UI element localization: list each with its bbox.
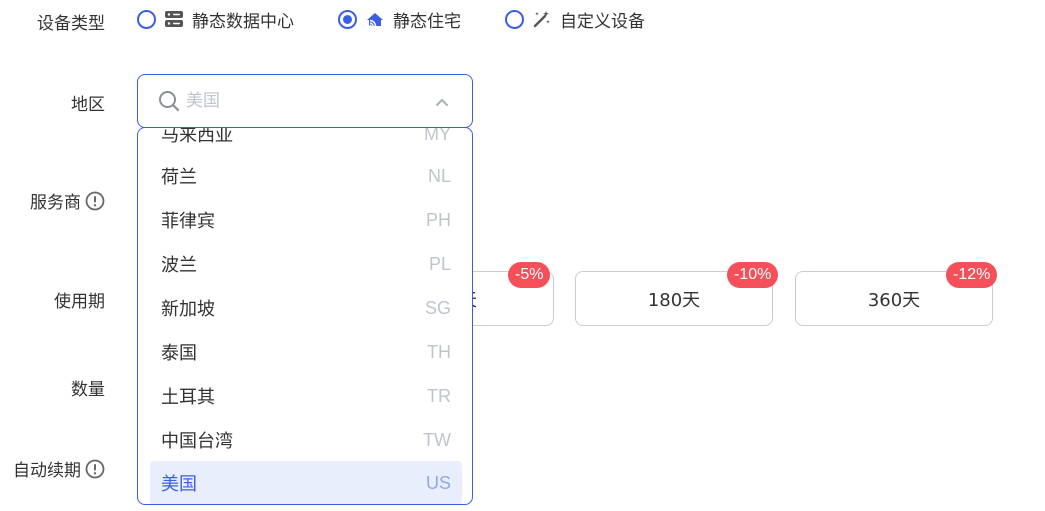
region-select[interactable]: [137, 74, 473, 128]
region-option-name: 波兰: [161, 255, 197, 276]
region-option-code: NL: [427, 165, 451, 186]
region-option-code: TH: [427, 341, 451, 362]
discount-badge: -10%: [727, 262, 779, 288]
magic-wand-icon: [533, 11, 550, 28]
device-type-residential[interactable]: 静态住宅: [338, 7, 461, 32]
auto-renew-label: 自动续期: [13, 456, 105, 481]
region-option-tr[interactable]: 土耳其 TR: [150, 374, 462, 418]
search-icon: [159, 91, 180, 112]
region-option-name: 美国: [161, 474, 197, 495]
region-option-nl[interactable]: 荷兰 NL: [150, 154, 462, 198]
region-option-us[interactable]: 美国 US: [150, 461, 462, 504]
device-type-datacenter[interactable]: 静态数据中心: [137, 7, 294, 32]
region-option-pl[interactable]: 波兰 PL: [150, 242, 462, 286]
region-option-name: 泰国: [161, 343, 197, 364]
region-option-code: PL: [428, 253, 451, 274]
region-option-sg[interactable]: 新加坡 SG: [150, 286, 462, 330]
radio-button[interactable]: [505, 9, 524, 29]
region-option-code: SG: [424, 297, 451, 318]
device-type-label: 设备类型: [37, 14, 105, 34]
device-type-option-label: 静态数据中心: [192, 11, 294, 32]
region-option-name: 荷兰: [161, 167, 197, 188]
quantity-label: 数量: [71, 380, 105, 400]
device-type-option-label: 静态住宅: [393, 11, 461, 32]
region-option-my[interactable]: 马来西亚 MY: [150, 127, 462, 156]
region-search-input[interactable]: [186, 91, 416, 111]
period-option-label: 360天: [867, 289, 921, 311]
info-icon[interactable]: [85, 191, 105, 211]
discount-badge: -12%: [946, 262, 998, 288]
region-option-name: 中国台湾: [161, 431, 233, 452]
info-icon[interactable]: [85, 459, 105, 479]
chevron-up-icon[interactable]: [434, 95, 450, 109]
region-option-ph[interactable]: 菲律宾 PH: [150, 198, 462, 242]
device-type-option-label: 自定义设备: [560, 11, 645, 32]
radio-button[interactable]: [137, 9, 156, 29]
region-option-name: 马来西亚: [161, 127, 233, 146]
server-icon: [165, 11, 183, 27]
residential-signal-icon: [367, 13, 383, 27]
device-type-custom[interactable]: 自定义设备: [505, 7, 645, 32]
device-type-radio-group: 静态数据中心 静态住宅 自定义设备: [137, 6, 689, 32]
region-option-name: 土耳其: [161, 387, 215, 408]
region-option-name: 新加坡: [161, 299, 215, 320]
region-option-code: TR: [427, 385, 451, 406]
radio-button[interactable]: [338, 9, 357, 29]
region-option-name: 菲律宾: [161, 211, 215, 232]
region-option-code: TW: [423, 429, 451, 450]
region-option-code: US: [425, 472, 451, 493]
region-dropdown-list[interactable]: 马来西亚 MY 荷兰 NL 菲律宾 PH 波兰 PL 新加坡 SG 泰国 TH …: [137, 127, 473, 505]
period-option-label: 180天: [647, 289, 701, 311]
period-label: 使用期: [54, 292, 105, 312]
region-option-tw[interactable]: 中国台湾 TW: [150, 418, 462, 462]
region-label: 地区: [71, 95, 105, 115]
region-option-th[interactable]: 泰国 TH: [150, 330, 462, 374]
discount-badge: -5%: [508, 262, 551, 288]
region-option-code: PH: [425, 209, 451, 230]
region-option-code: MY: [424, 127, 451, 144]
provider-label: 服务商: [30, 188, 105, 213]
